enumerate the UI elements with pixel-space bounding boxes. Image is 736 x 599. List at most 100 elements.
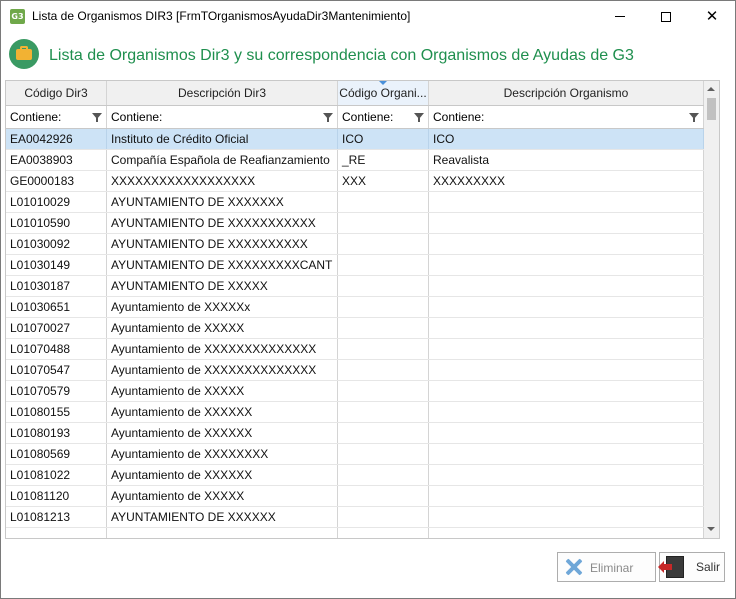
- cell-codigo-organismo[interactable]: [338, 234, 429, 254]
- cell-codigo-dir3[interactable]: L01070547: [6, 360, 107, 380]
- cell-descripcion-organismo[interactable]: [429, 444, 704, 464]
- table-row[interactable]: L01070488 Ayuntamiento de XXXXXXXXXXXXXX: [6, 339, 704, 360]
- table-row[interactable]: L01070579 Ayuntamiento de XXXXX: [6, 381, 704, 402]
- table-row[interactable]: L01080155 Ayuntamiento de XXXXXX: [6, 402, 704, 423]
- cell-descripcion-dir3[interactable]: Ayuntamiento de XXXXXXXXXXXXXX: [107, 339, 338, 359]
- cell-descripcion-organismo[interactable]: [429, 486, 704, 506]
- cell-codigo-organismo[interactable]: [338, 192, 429, 212]
- filter-codigo-dir3[interactable]: Contiene:: [6, 106, 107, 128]
- cell-descripcion-organismo[interactable]: [429, 213, 704, 233]
- cell-codigo-organismo[interactable]: [338, 318, 429, 338]
- cell-codigo-organismo[interactable]: [338, 402, 429, 422]
- cell-descripcion-dir3[interactable]: Ayuntamiento de XXXXXX: [107, 402, 338, 422]
- cell-descripcion-organismo[interactable]: [429, 528, 704, 538]
- table-row[interactable]: L01030187 AYUNTAMIENTO DE XXXXX: [6, 276, 704, 297]
- table-row[interactable]: L01010590 AYUNTAMIENTO DE XXXXXXXXXXX: [6, 213, 704, 234]
- cell-descripcion-dir3[interactable]: Ayuntamiento de XXXXXXXX: [107, 444, 338, 464]
- cell-descripcion-dir3[interactable]: AYUNTAMIENTO DE XXXXXX: [107, 507, 338, 527]
- cell-codigo-organismo[interactable]: [338, 276, 429, 296]
- cell-codigo-dir3[interactable]: [6, 528, 107, 538]
- cell-descripcion-dir3[interactable]: AYUNTAMIENTO DE XXXXXXX: [107, 192, 338, 212]
- cell-codigo-organismo[interactable]: [338, 339, 429, 359]
- cell-descripcion-dir3[interactable]: Compañía Española de Reafianzamiento: [107, 150, 338, 170]
- column-header-descripcion-organismo[interactable]: Descripción Organismo: [429, 81, 704, 105]
- cell-descripcion-organismo[interactable]: [429, 255, 704, 275]
- cell-codigo-dir3[interactable]: L01080193: [6, 423, 107, 443]
- cell-descripcion-organismo[interactable]: [429, 465, 704, 485]
- minimize-button[interactable]: [597, 1, 643, 32]
- cell-codigo-dir3[interactable]: L01030149: [6, 255, 107, 275]
- cell-codigo-organismo[interactable]: [338, 528, 429, 538]
- eliminar-button[interactable]: Eliminar: [557, 552, 656, 582]
- table-row[interactable]: L01030651 Ayuntamiento de XXXXXx: [6, 297, 704, 318]
- cell-codigo-organismo[interactable]: ICO: [338, 129, 429, 149]
- cell-codigo-organismo[interactable]: [338, 360, 429, 380]
- cell-descripcion-dir3[interactable]: [107, 528, 338, 538]
- table-row[interactable]: L01030149 AYUNTAMIENTO DE XXXXXXXXXCANT: [6, 255, 704, 276]
- cell-codigo-dir3[interactable]: L01080155: [6, 402, 107, 422]
- filter-descripcion-dir3[interactable]: Contiene:: [107, 106, 338, 128]
- cell-descripcion-organismo[interactable]: Reavalista: [429, 150, 704, 170]
- cell-codigo-dir3[interactable]: EA0038903: [6, 150, 107, 170]
- cell-codigo-organismo[interactable]: [338, 423, 429, 443]
- scroll-up-icon[interactable]: [707, 87, 715, 91]
- cell-descripcion-dir3[interactable]: Ayuntamiento de XXXXX: [107, 381, 338, 401]
- table-row[interactable]: EA0038903 Compañía Española de Reafianzam…: [6, 150, 704, 171]
- table-row[interactable]: EA0042926 Instituto de Crédito Oficial ICO…: [6, 129, 704, 150]
- scroll-down-icon[interactable]: [707, 527, 715, 531]
- cell-codigo-organismo[interactable]: [338, 486, 429, 506]
- cell-codigo-organismo[interactable]: [338, 444, 429, 464]
- table-row[interactable]: GE0000183 XXXXXXXXXXXXXXXXXX XXX XXXXXXXXX: [6, 171, 704, 192]
- cell-descripcion-organismo[interactable]: [429, 360, 704, 380]
- table-row[interactable]: L01070547 Ayuntamiento de XXXXXXXXXXXXXX: [6, 360, 704, 381]
- cell-descripcion-organismo[interactable]: [429, 381, 704, 401]
- cell-codigo-organismo[interactable]: [338, 465, 429, 485]
- close-button[interactable]: ✕: [689, 1, 735, 32]
- cell-descripcion-organismo[interactable]: [429, 402, 704, 422]
- cell-descripcion-dir3[interactable]: AYUNTAMIENTO DE XXXXXXXXXCANT: [107, 255, 338, 275]
- cell-codigo-dir3[interactable]: L01070488: [6, 339, 107, 359]
- table-row[interactable]: L01080569 Ayuntamiento de XXXXXXXX: [6, 444, 704, 465]
- cell-codigo-dir3[interactable]: GE0000183: [6, 171, 107, 191]
- cell-codigo-dir3[interactable]: L01030092: [6, 234, 107, 254]
- cell-codigo-dir3[interactable]: L01030187: [6, 276, 107, 296]
- vertical-scrollbar[interactable]: [704, 81, 719, 538]
- cell-codigo-dir3[interactable]: L01010590: [6, 213, 107, 233]
- cell-descripcion-dir3[interactable]: Instituto de Crédito Oficial: [107, 129, 338, 149]
- table-row[interactable]: L01080193 Ayuntamiento de XXXXXX: [6, 423, 704, 444]
- filter-codigo-organismo[interactable]: Contiene:: [338, 106, 429, 128]
- table-row[interactable]: [6, 528, 704, 538]
- table-row[interactable]: L01081022 Ayuntamiento de XXXXXX: [6, 465, 704, 486]
- cell-descripcion-dir3[interactable]: Ayuntamiento de XXXXX: [107, 486, 338, 506]
- column-header-descripcion-dir3[interactable]: Descripción Dir3: [107, 81, 338, 105]
- cell-codigo-dir3[interactable]: L01030651: [6, 297, 107, 317]
- table-row[interactable]: L01081213 AYUNTAMIENTO DE XXXXXX: [6, 507, 704, 528]
- cell-codigo-organismo[interactable]: [338, 255, 429, 275]
- cell-descripcion-organismo[interactable]: [429, 339, 704, 359]
- cell-descripcion-organismo[interactable]: [429, 507, 704, 527]
- cell-codigo-dir3[interactable]: L01070027: [6, 318, 107, 338]
- cell-codigo-organismo[interactable]: [338, 297, 429, 317]
- cell-codigo-organismo[interactable]: _RE: [338, 150, 429, 170]
- cell-codigo-organismo[interactable]: [338, 213, 429, 233]
- cell-descripcion-organismo[interactable]: [429, 318, 704, 338]
- table-row[interactable]: L01070027 Ayuntamiento de XXXXX: [6, 318, 704, 339]
- cell-descripcion-dir3[interactable]: Ayuntamiento de XXXXXx: [107, 297, 338, 317]
- cell-descripcion-organismo[interactable]: ICO: [429, 129, 704, 149]
- cell-descripcion-organismo[interactable]: XXXXXXXXX: [429, 171, 704, 191]
- cell-codigo-dir3[interactable]: L01080569: [6, 444, 107, 464]
- cell-codigo-dir3[interactable]: L01010029: [6, 192, 107, 212]
- cell-codigo-dir3[interactable]: EA0042926: [6, 129, 107, 149]
- cell-descripcion-dir3[interactable]: AYUNTAMIENTO DE XXXXX: [107, 276, 338, 296]
- cell-descripcion-organismo[interactable]: [429, 276, 704, 296]
- maximize-button[interactable]: [643, 1, 689, 32]
- cell-codigo-dir3[interactable]: L01081022: [6, 465, 107, 485]
- column-header-codigo-organismo[interactable]: Código Organi...: [338, 81, 429, 105]
- cell-descripcion-organismo[interactable]: [429, 423, 704, 443]
- cell-descripcion-dir3[interactable]: Ayuntamiento de XXXXX: [107, 318, 338, 338]
- cell-descripcion-dir3[interactable]: XXXXXXXXXXXXXXXXXX: [107, 171, 338, 191]
- cell-codigo-dir3[interactable]: L01070579: [6, 381, 107, 401]
- cell-descripcion-dir3[interactable]: Ayuntamiento de XXXXXX: [107, 423, 338, 443]
- cell-descripcion-dir3[interactable]: AYUNTAMIENTO DE XXXXXXXXXX: [107, 234, 338, 254]
- cell-codigo-organismo[interactable]: [338, 381, 429, 401]
